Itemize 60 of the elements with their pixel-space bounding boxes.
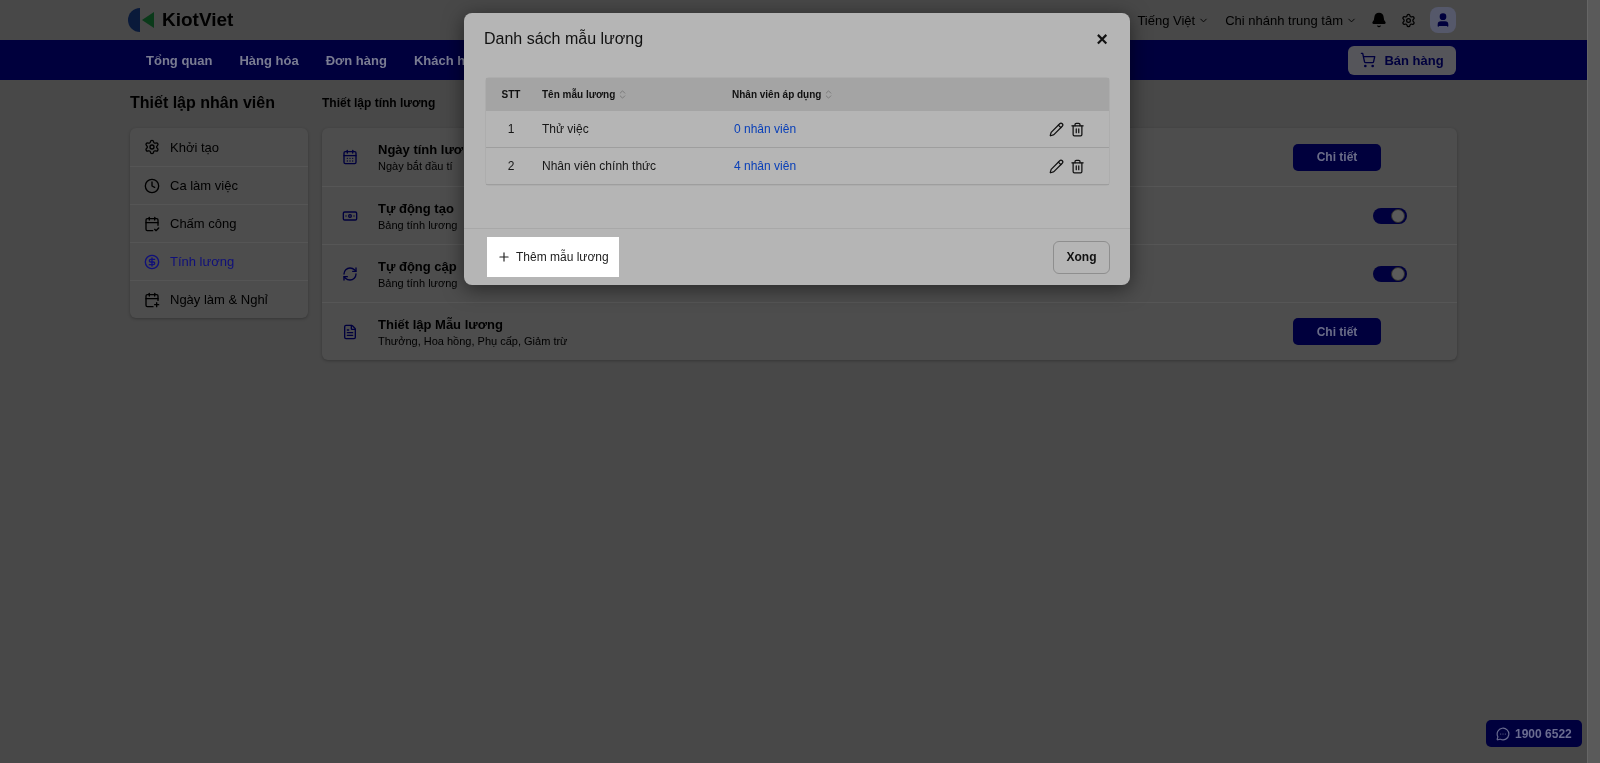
column-header: Nhân viên áp dụng [732,89,822,100]
chat-icon [1496,726,1510,741]
setting-title: Tự động tạo [378,200,455,216]
close-button[interactable]: × [1096,27,1108,51]
delete-icon[interactable] [1070,121,1085,137]
table-cell-text: 1 [506,122,516,136]
toggle-switch[interactable] [1373,265,1407,282]
nav-item[interactable]: Đơn hàng [325,52,387,68]
detail-button[interactable]: Chi tiết [1293,318,1381,345]
done-button[interactable]: Xong [1053,240,1110,274]
column-header: STT [501,89,521,100]
setting-description: Bảng tính lương [378,218,458,231]
setting-title: Ngày tính lươ [378,142,464,157]
refresh-icon [342,265,358,282]
detail-button[interactable]: Chi tiết [1293,143,1381,171]
toggle-switch[interactable] [1373,207,1407,224]
hotline-button[interactable]: 1900 6522 [1486,720,1582,747]
employee-count-link[interactable]: 4 nhân viên [734,159,797,173]
clock-icon [144,177,160,194]
employee-count-link[interactable]: 0 nhân viên [734,122,797,136]
table-cell-text: Nhân viên chính thức [541,159,658,173]
nav-item[interactable]: Tổng quan [146,52,213,68]
settings-icon[interactable] [1401,12,1416,28]
nav-item[interactable]: Hàng hóa [239,52,299,68]
calendar-icon [342,149,358,165]
setting-description: Bảng tính lương [378,276,458,289]
setting-title: Tự động cập [378,258,458,274]
logo-icon [128,7,156,33]
delete-icon[interactable] [1070,158,1085,174]
sidebar-item[interactable]: Khởi tạo [130,128,308,166]
calendar-icon [144,291,160,308]
brand-name: KiotViet [162,9,234,31]
nav-item[interactable]: Khách h [413,52,466,68]
plus-icon [497,250,511,264]
table-cell-text: Thử việc [541,122,590,136]
edit-icon[interactable] [1049,121,1064,137]
gear-icon [144,139,160,155]
sidebar-item[interactable]: Ca làm việc [130,166,308,204]
add-template-button[interactable]: Thêm mẫu lương [487,237,619,277]
modal-title: Danh sách mẫu lương [484,30,644,48]
sidebar-item[interactable]: Chấm công [130,204,308,242]
setting-title: Thiết lập Mẫu lương [378,316,504,332]
language-selector[interactable]: Tiếng Việt [1137,12,1210,28]
dollar-icon [144,253,160,270]
branch-selector[interactable]: Chi nhánh trung tâm [1225,12,1357,28]
section-title: Thiết lập tính lương [322,95,436,112]
cart-icon [1360,52,1377,68]
calendar-icon [144,215,160,232]
column-header: Tên mẫu lương [542,89,616,100]
table-cell-text: 2 [506,159,516,173]
setting-description: Ngày bắt đầu tí [378,160,454,172]
setting-description: Thưởng, Hoa hồng, Phụ cấp, Giảm trừ [378,334,568,347]
edit-icon[interactable] [1049,158,1064,174]
sidebar-item[interactable]: Ngày làm & Nghỉ [130,280,308,318]
document-icon [342,323,358,340]
notification-icon[interactable] [1371,12,1387,28]
scrollbar[interactable] [1587,0,1600,763]
sell-button[interactable]: Bán hàng [1348,45,1456,75]
user-avatar[interactable] [1430,7,1456,33]
sidebar-title: Thiết lập nhân viên [130,94,275,113]
